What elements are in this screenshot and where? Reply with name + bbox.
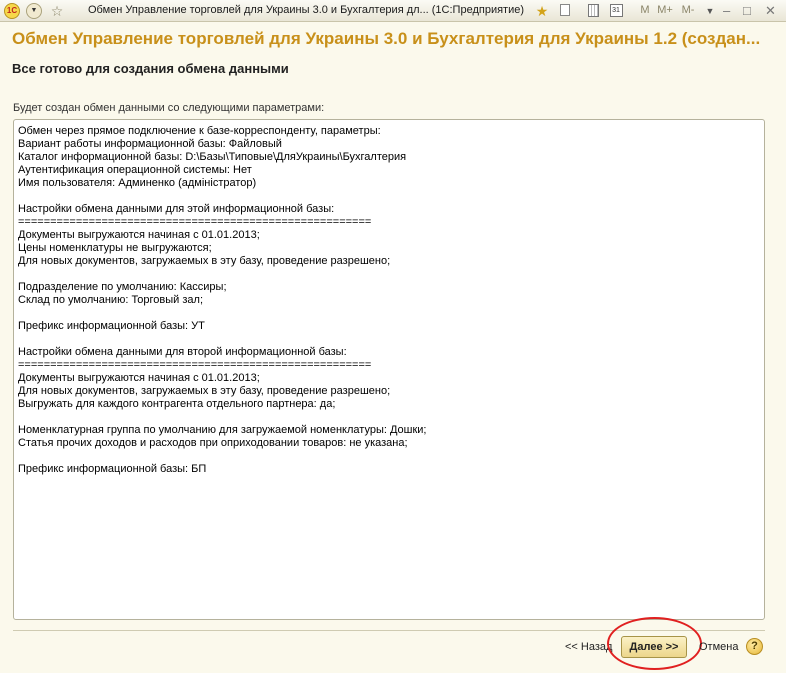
param-line (18, 333, 760, 346)
window-controls: – □ ✕ (723, 4, 783, 20)
param-line: Подразделение по умолчанию: Кассиры; (18, 281, 227, 293)
param-line: ========================================… (18, 359, 372, 371)
cancel-button[interactable]: Отмена (699, 641, 738, 653)
main-menu-icon[interactable]: ▼ (26, 3, 42, 19)
param-line (18, 450, 760, 463)
param-line: Номенклатурная группа по умолчанию для з… (18, 424, 427, 436)
minimize-icon[interactable]: – (723, 4, 730, 18)
param-line (18, 190, 760, 203)
calendar-icon[interactable]: 31 (608, 3, 624, 19)
param-line: Для новых документов, загружаемых в эту … (18, 385, 391, 397)
param-line: Документы выгружаются начиная с 01.01.20… (18, 229, 260, 241)
memory-m-button[interactable]: M (637, 2, 653, 18)
window-title: Обмен Управление торговлей для Украины 3… (88, 4, 525, 16)
param-line: Документы выгружаются начиная с 01.01.20… (18, 372, 260, 384)
param-line: Обмен через прямое подключение к базе-ко… (18, 125, 381, 137)
close-icon[interactable]: ✕ (765, 4, 776, 18)
param-line: Вариант работы информационной базы: Файл… (18, 138, 282, 150)
param-line: Аутентификация операционной системы: Нет (18, 164, 252, 176)
parameters-text-field[interactable]: Обмен через прямое подключение к базе-ко… (13, 119, 765, 620)
form-title: Обмен Управление торговлей для Украины 3… (12, 29, 761, 48)
param-line: Статья прочих доходов и расходов при опр… (18, 437, 408, 449)
page-icon[interactable] (557, 3, 573, 19)
param-line: Настройки обмена данными для второй инфо… (18, 346, 347, 358)
dropdown-arrow-icon[interactable]: ▼ (702, 3, 718, 19)
param-line: ========================================… (18, 216, 372, 228)
calculator-icon[interactable] (585, 3, 601, 19)
param-line (18, 307, 760, 320)
param-line (18, 268, 760, 281)
param-line: Имя пользователя: Админенко (адміністрат… (18, 177, 257, 189)
param-line: Настройки обмена данными для этой информ… (18, 203, 335, 215)
param-line: Цены номенклатуры не выгружаются; (18, 242, 212, 254)
param-line: Каталог информационной базы: D:\Базы\Тип… (18, 151, 407, 163)
add-to-favorites-icon[interactable]: ☆ (49, 3, 65, 19)
param-line: Для новых документов, загружаемых в эту … (18, 255, 391, 267)
1c-logo-icon[interactable]: 1С (4, 3, 20, 19)
param-line: Префикс информационной базы: УТ (18, 320, 205, 332)
param-line: Склад по умолчанию: Торговый зал; (18, 294, 204, 306)
param-line: Префикс информационной базы: БП (18, 463, 207, 475)
help-icon[interactable]: ? (746, 638, 763, 655)
back-button[interactable]: << Назад (565, 641, 612, 653)
memory-m-minus-button[interactable]: M- (680, 2, 696, 18)
highlight-annotation (607, 617, 702, 670)
memory-m-plus-button[interactable]: M+ (657, 2, 673, 18)
maximize-icon[interactable]: □ (743, 4, 751, 18)
favorites-star-icon[interactable]: ★ (534, 3, 550, 19)
param-line: Выгружать для каждого контрагента отдель… (18, 398, 336, 410)
window-titlebar: 1С ▼ ☆ Обмен Управление торговлей для Ук… (0, 0, 786, 22)
step-subheader: Все готово для создания обмена данными (12, 61, 289, 76)
param-line (18, 411, 760, 424)
params-label: Будет создан обмен данными со следующими… (13, 102, 325, 114)
